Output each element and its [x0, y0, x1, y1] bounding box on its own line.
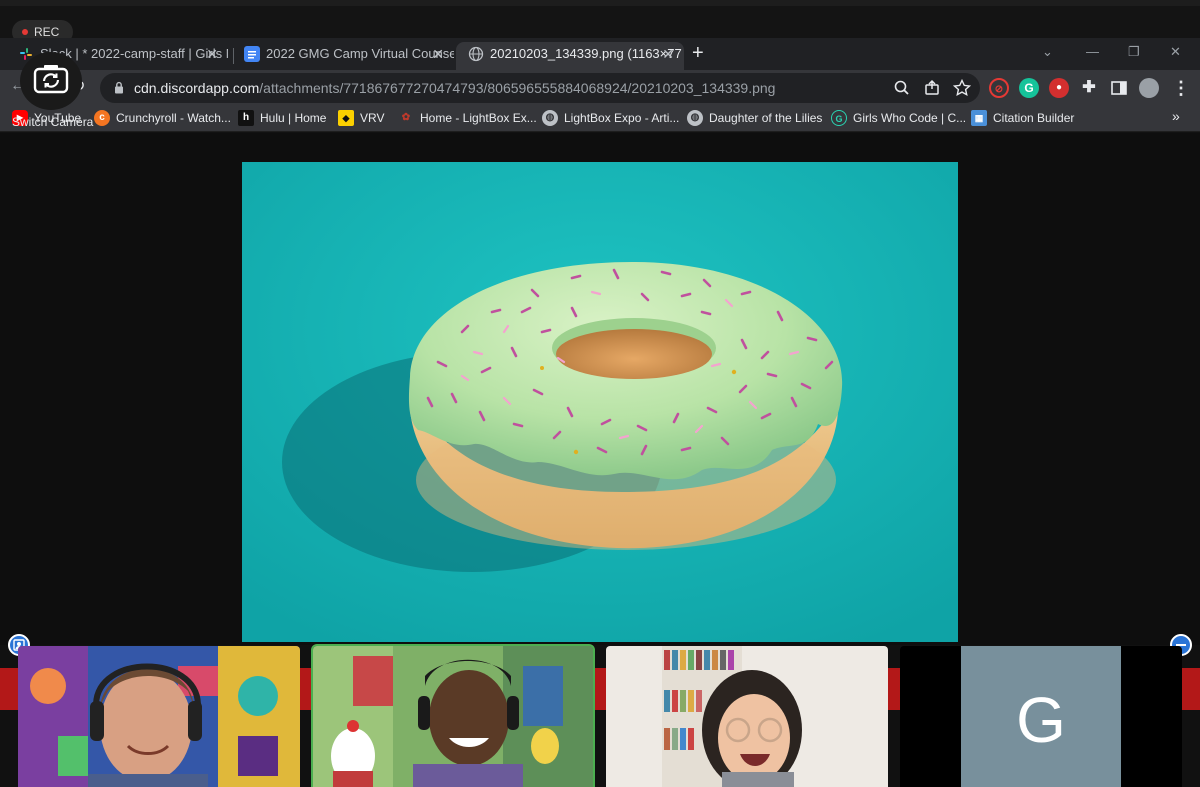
bookmark-crunchyroll[interactable]: c Crunchyroll - Watch... — [94, 110, 231, 126]
camera-switch-icon — [33, 65, 69, 94]
participant-video-1[interactable] — [18, 646, 300, 787]
browser-toolbar: cdn.discordapp.com/attachments/771867677… — [0, 70, 1200, 106]
url-path: /attachments/771867677270474793/80659655… — [259, 80, 776, 96]
citation-icon: ▦ — [971, 110, 987, 126]
address-bar[interactable]: cdn.discordapp.com/attachments/771867677… — [100, 73, 980, 103]
globe-icon: ◍ — [687, 110, 703, 126]
url-host: cdn.discordapp.com — [134, 80, 260, 96]
lightbox-icon: ✿ — [401, 112, 411, 123]
recording-label: REC — [34, 25, 60, 39]
blocker-extension-icon[interactable]: ⊘ — [989, 78, 1009, 98]
browser-menu-icon[interactable]: ⋮ — [1171, 78, 1191, 98]
bookmark-daughter-of-lilies[interactable]: ◍ Daughter of the Lilies — [687, 110, 822, 126]
close-tab-icon[interactable]: ✕ — [206, 42, 218, 66]
tab-image-active[interactable]: 20210203_134339.png (1163×77 ✕ — [456, 42, 684, 70]
donut-render-image[interactable] — [242, 162, 958, 642]
gwc-icon: G — [831, 110, 847, 126]
tab-title: 2022 GMG Camp Virtual Counsel — [266, 46, 454, 61]
close-window-icon[interactable]: ✕ — [1170, 44, 1181, 60]
hulu-icon: h — [238, 110, 254, 126]
docs-icon — [244, 46, 260, 62]
security-extension-icon[interactable]: ● — [1049, 78, 1069, 98]
bookmark-citation-builder[interactable]: ▦ Citation Builder — [971, 110, 1074, 126]
switch-camera-button[interactable] — [20, 52, 82, 110]
participant-video-2-speaking[interactable] — [311, 644, 595, 787]
bookmark-label: Crunchyroll - Watch... — [116, 111, 231, 125]
side-panel-icon[interactable] — [1109, 78, 1129, 98]
close-tab-icon[interactable]: ✕ — [432, 42, 444, 66]
bookmarks-bar: ▶ YouTube c Crunchyroll - Watch... h Hulu |… — [0, 106, 1200, 132]
tab-search-chevron-icon[interactable]: ⌄ — [1042, 44, 1053, 60]
minimize-window-icon[interactable]: — — [1086, 44, 1099, 59]
bookmark-vrv[interactable]: ◆ VRV — [338, 110, 384, 126]
bookmark-lightbox-expo[interactable]: ◍ LightBox Expo - Arti... — [542, 110, 679, 126]
bookmark-label: Hulu | Home — [260, 111, 327, 125]
participant-video-3[interactable] — [606, 646, 888, 787]
bookmark-label: Girls Who Code | C... — [853, 111, 967, 125]
bookmark-lightbox-home[interactable]: ✿ Home - LightBox Ex... — [398, 110, 537, 126]
avatar: G — [961, 646, 1121, 787]
grammarly-extension-icon[interactable]: G — [1019, 78, 1039, 98]
recording-dot-icon — [22, 29, 28, 35]
bookmark-girls-who-code[interactable]: G Girls Who Code | C... — [831, 110, 966, 126]
bookmark-hulu[interactable]: h Hulu | Home — [238, 110, 326, 126]
vrv-icon: ◆ — [338, 110, 354, 126]
avatar-initial: G — [1016, 684, 1066, 756]
crunchyroll-icon: c — [94, 110, 110, 126]
recording-bar: REC — [0, 0, 1200, 44]
globe-icon — [468, 46, 484, 62]
new-tab-plus-icon[interactable]: + — [692, 42, 704, 65]
browser-tab-strip: Slack | * 2022-camp-staff | Girls N ✕ 20… — [0, 38, 1200, 70]
tab-gmg-camp-doc[interactable]: 2022 GMG Camp Virtual Counsel ✕ — [232, 42, 454, 70]
close-tab-icon[interactable]: ✕ — [662, 42, 674, 66]
lock-icon[interactable] — [114, 81, 124, 94]
switch-camera-label: Switch Camera — [12, 115, 94, 129]
restore-window-icon[interactable]: ❐ — [1128, 44, 1140, 60]
more-bookmarks-chevron-icon[interactable]: » — [1172, 108, 1180, 124]
participant-avatar-tile[interactable]: G — [900, 646, 1182, 787]
bookmark-label: Daughter of the Lilies — [709, 111, 823, 125]
bookmark-label: LightBox Expo - Arti... — [564, 111, 680, 125]
extensions-puzzle-icon[interactable]: ✚ — [1079, 78, 1099, 98]
share-icon[interactable] — [922, 78, 942, 98]
bookmark-label: VRV — [360, 111, 385, 125]
bookmark-label: Home - LightBox Ex... — [420, 111, 537, 125]
bookmark-star-icon[interactable] — [952, 78, 972, 98]
zoom-icon[interactable] — [892, 78, 912, 98]
tab-title: 20210203_134339.png (1163×77 — [490, 46, 682, 61]
bookmark-label: Citation Builder — [993, 111, 1075, 125]
url-text: cdn.discordapp.com/attachments/771867677… — [134, 80, 775, 96]
profile-avatar[interactable] — [1139, 78, 1159, 98]
globe-icon: ◍ — [542, 110, 558, 126]
